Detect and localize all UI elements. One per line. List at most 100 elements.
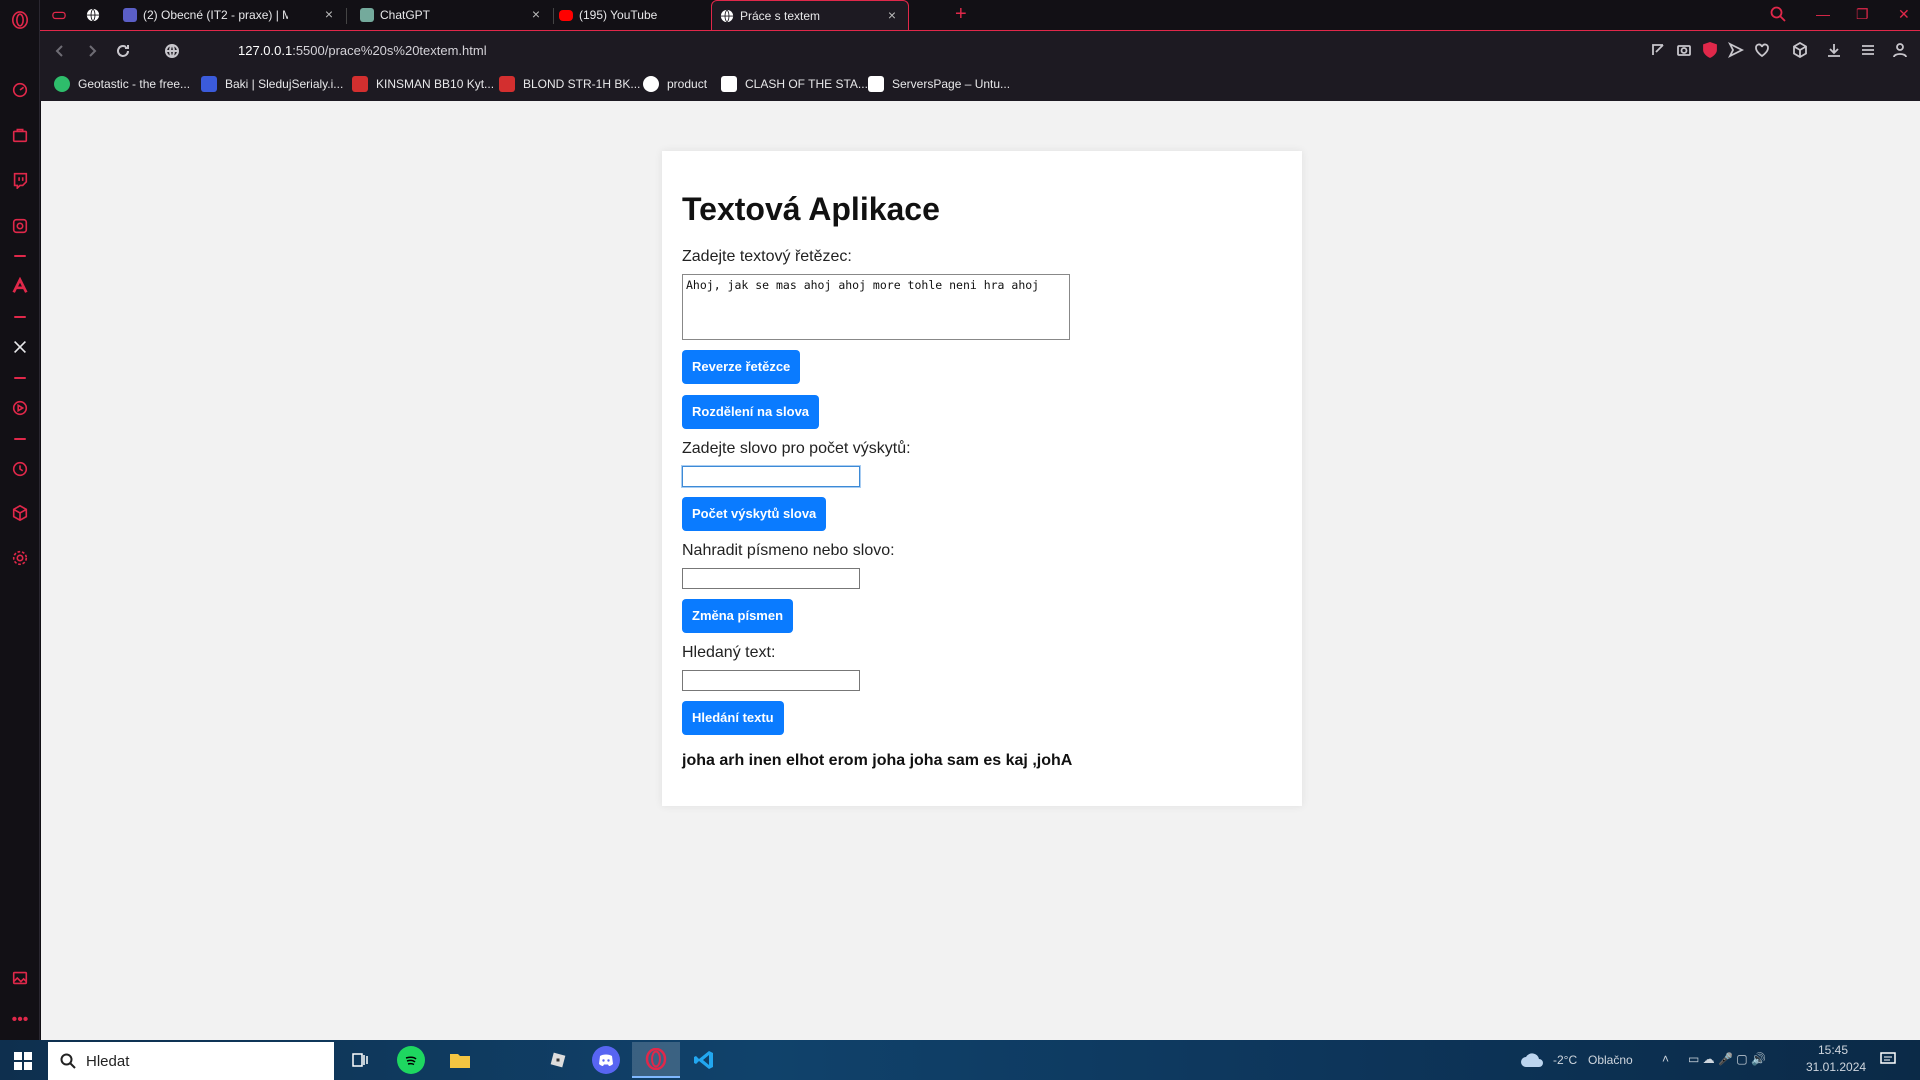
discord-icon[interactable] (592, 1046, 620, 1074)
snapshot-camera-icon[interactable] (1676, 42, 1694, 60)
url-field[interactable]: 127.0.0.1:5500/prace%20s%20textem.html (238, 43, 487, 58)
easy-setup-icon[interactable] (1650, 42, 1668, 60)
tray-icons[interactable]: ▭ ☁ 🎤 ▢ 🔊 (1688, 1052, 1766, 1066)
page-title: Textová Aplikace (682, 191, 940, 227)
count-word-label: Zadejte slovo pro počet výskytů: (682, 440, 911, 457)
gallery-icon[interactable] (10, 968, 30, 988)
tab-prace-s-textem[interactable]: Práce s textem × (711, 0, 909, 30)
history-icon[interactable] (10, 459, 30, 479)
twitch-icon[interactable] (10, 170, 30, 190)
sidebar-separator (14, 316, 26, 318)
tab-pinned-gx[interactable] (44, 0, 74, 30)
vscode-icon[interactable] (690, 1046, 718, 1074)
bookmark-product[interactable]: product (643, 76, 707, 92)
tab-chatgpt[interactable]: ChatGPT × (352, 0, 552, 30)
download-icon[interactable] (1826, 42, 1844, 60)
close-tab-icon[interactable]: × (886, 8, 898, 22)
replace-letters-button[interactable]: Změna písmen (682, 599, 794, 633)
product-icon (643, 76, 659, 92)
geotastic-icon (54, 76, 70, 92)
windows-taskbar: Hledat -2°C Oblačno ˄ ▭ ☁ 🎤 ▢ 🔊 15:45 31… (0, 1040, 1920, 1080)
replace-input[interactable] (682, 568, 860, 589)
ubuntu-u-icon (868, 76, 884, 92)
text-input-area[interactable]: Ahoj, jak se mas ahoj ahoj more tohle ne… (682, 274, 1070, 340)
bookmark-label: Geotastic - the free... (78, 77, 191, 91)
chatgpt-icon (360, 8, 374, 22)
result-output: joha arh inen elhot erom joha joha sam e… (682, 752, 1073, 769)
store-icon (352, 76, 368, 92)
forward-button[interactable] (82, 41, 102, 61)
count-occurrences-button[interactable]: Počet výskytů slova (682, 497, 827, 531)
tab-title: (195) YouTube (579, 8, 658, 22)
bookmark-clash[interactable]: CLASH OF THE STA... (721, 76, 868, 92)
bookmark-label: KINSMAN BB10 Kyt... (376, 77, 495, 91)
sidebar-separator (14, 377, 26, 379)
more-dots-icon[interactable]: ••• (10, 1010, 30, 1030)
aria-icon[interactable] (10, 276, 30, 296)
tab-pinned-globe[interactable] (78, 0, 108, 30)
easy-menu-icon[interactable] (1860, 42, 1878, 60)
count-word-input[interactable] (682, 466, 860, 487)
globe-icon (86, 8, 100, 22)
settings-gear-icon[interactable] (10, 548, 30, 568)
spotify-icon[interactable] (397, 1046, 425, 1074)
opera-logo-icon[interactable] (10, 10, 30, 30)
search-placeholder: Hledat (86, 1052, 130, 1070)
notification-icon[interactable] (1880, 1052, 1896, 1069)
url-host: 127.0.0.1 (238, 43, 293, 58)
extensions-icon[interactable] (1792, 41, 1810, 60)
x-twitter-icon[interactable] (10, 337, 30, 357)
adblock-shield-icon[interactable] (1702, 42, 1720, 60)
back-button[interactable] (50, 41, 70, 61)
bookmark-label: product (667, 77, 708, 91)
game-controller-icon (52, 11, 66, 20)
close-tab-icon[interactable]: × (530, 7, 542, 21)
search-text-input[interactable] (682, 670, 860, 691)
bookmark-serverspage[interactable]: ServersPage – Untu... (868, 76, 1010, 92)
chevron-up-icon[interactable]: ˄ (1662, 1052, 1669, 1066)
restore-button[interactable]: ❐ (1856, 6, 1869, 23)
weather-cloud-icon[interactable] (1520, 1052, 1546, 1071)
file-explorer-icon[interactable] (446, 1046, 474, 1074)
speed-dial-icon[interactable] (10, 80, 30, 100)
minimize-button[interactable]: — (1816, 6, 1830, 22)
replace-label: Nahradit písmeno nebo slovo: (682, 542, 895, 559)
pinboard-heart-icon[interactable] (1754, 42, 1772, 60)
opera-taskbar-icon[interactable] (632, 1042, 680, 1078)
bookmark-baki[interactable]: Baki | SledujSerialy.i... (201, 76, 343, 92)
tab-title: Práce s textem (740, 8, 821, 23)
site-info-globe-icon[interactable] (162, 41, 182, 61)
tab-bar: (2) Obecné (IT2 - praxe) | M × ChatGPT ×… (40, 0, 1920, 30)
bookmark-kinsman[interactable]: KINSMAN BB10 Kyt... (352, 76, 494, 92)
reload-button[interactable] (113, 41, 133, 61)
weather-temp: -2°C (1553, 1053, 1578, 1067)
star-icon (721, 76, 737, 92)
player-icon[interactable] (10, 216, 30, 236)
weather-text: Oblačno (1588, 1053, 1633, 1067)
send-flow-icon[interactable] (1727, 41, 1746, 60)
close-window-button[interactable]: ✕ (1898, 6, 1910, 23)
split-words-button[interactable]: Rozdělení na slova (682, 395, 820, 429)
tab-teams[interactable]: (2) Obecné (IT2 - praxe) | M × (115, 0, 345, 30)
video-popout-icon[interactable] (10, 398, 30, 418)
opera-sidebar: ••• (0, 0, 40, 1040)
search-text-label: Hledaný text: (682, 644, 776, 661)
taskbar-search[interactable]: Hledat (48, 1042, 334, 1080)
search-text-button[interactable]: Hledání textu (682, 701, 784, 735)
bookmark-geotastic[interactable]: Geotastic - the free... (54, 76, 190, 92)
roblox-icon[interactable] (544, 1046, 572, 1074)
tab-separator (346, 8, 347, 24)
shopping-icon[interactable] (10, 125, 30, 145)
sidebar-separator (14, 255, 26, 257)
search-tabs-icon[interactable] (1770, 6, 1786, 25)
task-view-icon[interactable] (346, 1046, 374, 1074)
profile-icon[interactable] (1892, 42, 1910, 60)
bookmarks-bar: Geotastic - the free... Baki | SledujSer… (40, 70, 1920, 101)
close-tab-icon[interactable]: × (323, 7, 335, 21)
store-icon (499, 76, 515, 92)
extensions-cube-icon[interactable] (10, 503, 30, 523)
windows-start-icon[interactable] (14, 1052, 32, 1070)
new-tab-button[interactable]: + (955, 3, 967, 26)
bookmark-blond[interactable]: BLOND STR-1H BK... (499, 76, 640, 92)
reverse-button[interactable]: Reverze řetězce (682, 350, 801, 384)
